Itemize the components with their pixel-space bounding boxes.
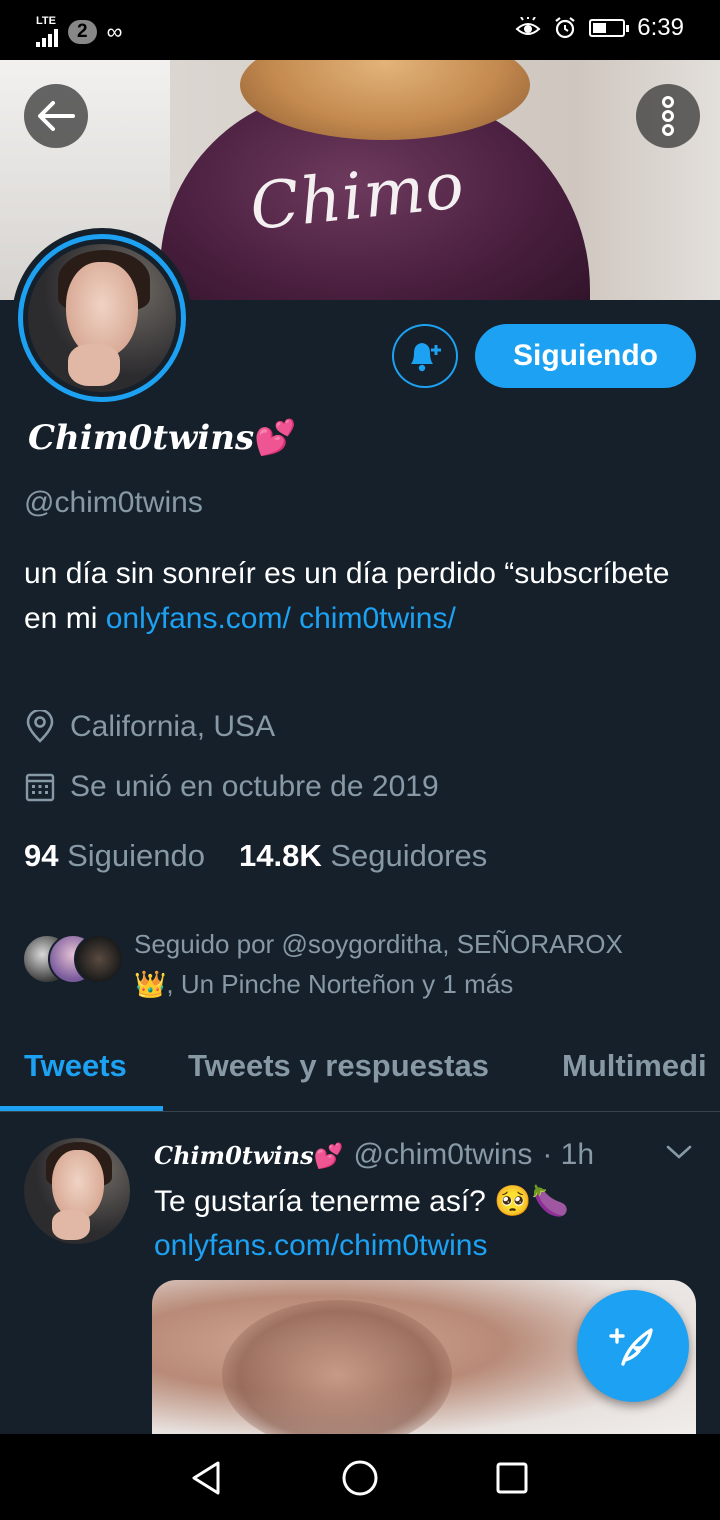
nav-home-button[interactable] <box>338 1456 382 1500</box>
status-left: LTE 2 ∞ <box>36 16 123 47</box>
followed-by-text[interactable]: Seguido por @soygorditha, SEÑORAROX 👑, U… <box>134 924 694 1004</box>
compose-tweet-button[interactable] <box>577 1290 689 1402</box>
tab-tweets-and-replies[interactable]: Tweets y respuestas <box>188 1048 489 1084</box>
crown-emoji: 👑 <box>134 969 167 999</box>
followed-by-line2: , Un Pinche Norteñon y 1 más <box>166 969 514 999</box>
profile-joined-date: Se unió en octubre de 2019 <box>24 770 439 804</box>
joined-text: Se unió en octubre de 2019 <box>70 770 439 803</box>
chevron-down-icon <box>666 1145 692 1159</box>
following-label: Siguiendo <box>67 838 206 873</box>
followed-by-line1: Seguido por @soygorditha, SEÑORAROX <box>134 929 623 959</box>
followers-count-link[interactable]: 14.8K Seguidores <box>239 838 487 874</box>
tweet-author-name: Chim0twins <box>154 1141 314 1170</box>
bio-link[interactable]: onlyfans.com/ chim0twins/ <box>106 602 456 635</box>
more-options-button[interactable] <box>636 84 700 148</box>
followed-by-avatars[interactable] <box>22 934 132 986</box>
profile-location: California, USA <box>24 710 275 744</box>
profile-bio: un día sin sonreír es un día perdido “su… <box>24 551 684 641</box>
display-name: Chim0twins💕 <box>28 418 296 458</box>
compose-feather-icon <box>609 1328 653 1366</box>
calendar-icon <box>25 773 55 802</box>
tweet-time: · 1h <box>542 1138 595 1171</box>
tweet-text: Te gustaría tenerme así? <box>154 1185 495 1218</box>
hearts-emoji: 💕 <box>254 418 297 458</box>
follow-counts: 94 Siguiendo 14.8K Seguidores <box>24 838 487 874</box>
alarm-icon <box>555 17 575 39</box>
battery-icon <box>589 19 630 37</box>
nav-back-button[interactable] <box>184 1456 228 1500</box>
display-name-text: Chim0twins <box>28 418 255 458</box>
signal-indicator: LTE <box>36 16 58 47</box>
circle-home-icon <box>342 1460 378 1496</box>
tweet-author[interactable]: Chim0twins💕 <box>154 1138 343 1172</box>
location-text: California, USA <box>70 710 276 743</box>
profile-handle: @chim0twins <box>24 486 203 519</box>
active-tab-indicator <box>0 1106 163 1111</box>
tweet-link[interactable]: onlyfans.com/chim0twins <box>154 1229 487 1262</box>
tab-tweets[interactable]: Tweets <box>24 1048 127 1084</box>
tweet-body: Te gustaría tenerme así? 🥺🍆 onlyfans.com… <box>154 1180 569 1268</box>
notifications-bell-button[interactable] <box>392 324 458 388</box>
follower-avatar-3 <box>74 934 124 984</box>
tab-media[interactable]: Multimedi <box>562 1048 707 1084</box>
profile-tabs: Tweets Tweets y respuestas Multimedi <box>0 1030 720 1112</box>
tweet-hearts-emoji: 💕 <box>313 1143 344 1170</box>
square-recents-icon <box>496 1462 528 1494</box>
status-bar: LTE 2 ∞ 6:39 <box>0 0 720 60</box>
tweet-author-handle: @chim0twins <box>353 1138 533 1171</box>
bell-plus-icon <box>411 343 441 372</box>
tweet-emojis: 🥺🍆 <box>494 1185 569 1218</box>
following-button[interactable]: Siguiendo <box>475 324 696 388</box>
tweet-author-avatar[interactable] <box>24 1138 130 1244</box>
followers-count: 14.8K <box>239 838 322 873</box>
eye-comfort-icon <box>515 17 541 35</box>
following-count: 94 <box>24 838 59 873</box>
back-button[interactable] <box>24 84 88 148</box>
followers-label: Seguidores <box>330 838 488 873</box>
voicemail-icon: ∞ <box>106 18 123 44</box>
tweet-header: Chim0twins💕 @chim0twins · 1h <box>154 1138 594 1172</box>
avatar-ring <box>18 234 186 402</box>
nav-recents-button[interactable] <box>490 1456 534 1500</box>
system-navigation-bar <box>0 1434 720 1520</box>
avatar-photo <box>28 244 176 392</box>
location-pin-icon <box>26 710 54 743</box>
profile-avatar[interactable] <box>12 228 192 408</box>
arrow-left-icon <box>38 101 75 131</box>
tweet-menu-button[interactable] <box>664 1142 694 1167</box>
status-right: 6:39 <box>515 14 684 42</box>
network-type: LTE <box>36 15 56 27</box>
sim-badge: 2 <box>68 19 97 44</box>
more-vertical-icon <box>662 96 674 136</box>
signal-bars-icon <box>36 27 58 47</box>
clock: 6:39 <box>637 14 684 41</box>
triangle-back-icon <box>192 1461 220 1495</box>
following-count-link[interactable]: 94 Siguiendo <box>24 838 205 874</box>
